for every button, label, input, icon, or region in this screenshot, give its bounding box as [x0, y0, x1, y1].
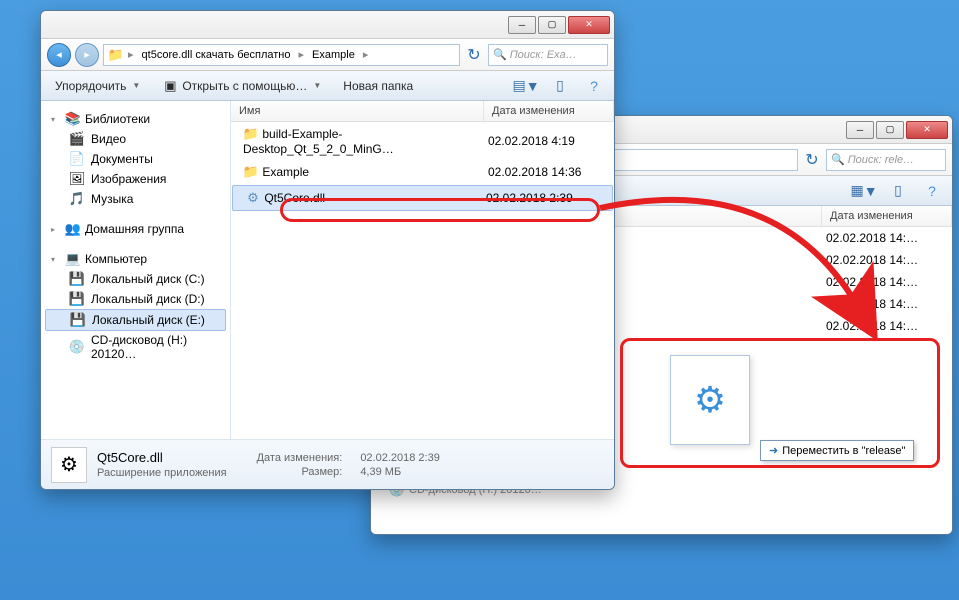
drag-ghost-file: ⚙ [670, 355, 750, 445]
app-icon: ▣ [162, 78, 178, 94]
disk-icon: 💾 [70, 312, 86, 328]
search-input[interactable]: 🔍 Поиск: rele… [826, 149, 946, 171]
file-list-front[interactable]: Имя Дата изменения 📁 build-Example-Deskt… [231, 101, 614, 439]
file-thumbnail: ⚙ [51, 447, 87, 483]
maximize-button[interactable]: ▢ [538, 16, 566, 34]
titlebar-front: ─ ▢ ✕ [41, 11, 614, 39]
chevron-down-icon: ▼ [132, 81, 140, 90]
libraries-icon: 📚 [65, 111, 81, 127]
maximize-button[interactable]: ▢ [876, 121, 904, 139]
sidebar-item-music[interactable]: 🎵Музыка [45, 189, 226, 209]
gear-icon: ⚙ [60, 452, 78, 477]
folder-icon: 📁 [243, 126, 259, 142]
folder-icon: 📁 [108, 47, 124, 63]
column-date[interactable]: Дата изменения [484, 101, 614, 121]
dll-icon: ⚙ [245, 190, 261, 206]
view-options-button[interactable]: ▦▼ [852, 180, 876, 202]
search-icon: 🔍 [831, 153, 845, 166]
preview-pane-button[interactable]: ▯ [886, 180, 910, 202]
chevron-right-icon: ▸ [51, 225, 61, 234]
chevron-down-icon: ▾ [51, 255, 61, 264]
organize-button[interactable]: Упорядочить ▼ [49, 76, 146, 96]
details-pane: ⚙ Qt5Core.dll Расширение приложения Дата… [41, 439, 614, 489]
documents-icon: 📄 [69, 151, 85, 167]
sidebar-item-disk-e[interactable]: 💾Локальный диск (E:) [45, 309, 226, 331]
body-front: ▾ 📚 Библиотеки 🎬Видео 📄Документы 🖼Изобра… [41, 101, 614, 439]
chevron-right-icon: ▸ [128, 48, 134, 61]
chevron-right-icon: ▸ [298, 48, 304, 61]
gear-icon: ⚙ [694, 379, 726, 421]
new-folder-button[interactable]: Новая папка [337, 76, 419, 96]
details-filename: Qt5Core.dll [97, 450, 227, 465]
folder-icon: 📁 [243, 164, 259, 180]
breadcrumb-parent[interactable]: qt5core.dll скачать бесплатно [138, 47, 295, 63]
column-date[interactable]: Дата изменения [822, 206, 952, 226]
file-row-selected[interactable]: ⚙ Qt5Core.dll 02.02.2018 2:39 [232, 185, 613, 211]
sidebar-item-images[interactable]: 🖼Изображения [45, 169, 226, 189]
sidebar-libraries[interactable]: ▾ 📚 Библиотеки [45, 109, 226, 129]
sidebar-item-disk-d[interactable]: 💾Локальный диск (D:) [45, 289, 226, 309]
help-button[interactable]: ? [920, 180, 944, 202]
view-options-button[interactable]: ▤▼ [514, 75, 538, 97]
search-input[interactable]: 🔍 Поиск: Exa… [488, 44, 608, 66]
chevron-right-icon: ▸ [363, 48, 369, 61]
drag-tooltip: ➜ Переместить в "release" [760, 440, 914, 461]
refresh-button[interactable]: ↻ [802, 150, 822, 170]
disc-icon: 💿 [69, 339, 85, 355]
open-with-button[interactable]: ▣ Открыть с помощью… ▼ [156, 75, 327, 97]
details-filetype: Расширение приложения [97, 467, 227, 479]
homegroup-icon: 👥 [65, 221, 81, 237]
chevron-down-icon: ▾ [51, 115, 61, 124]
sidebar: ▾ 📚 Библиотеки 🎬Видео 📄Документы 🖼Изобра… [41, 101, 231, 439]
file-row[interactable]: 📁 Example 02.02.2018 14:36 [231, 160, 614, 184]
back-button[interactable]: ◂ [47, 43, 71, 67]
images-icon: 🖼 [69, 171, 85, 187]
status-bar-back: Элементов: 5 [371, 534, 952, 535]
sidebar-item-cd[interactable]: 💿CD-дисковод (H:) 20120… [45, 331, 226, 363]
explorer-window-example: ─ ▢ ✕ ◂ ▸ 📁 ▸ qt5core.dll скачать беспла… [40, 10, 615, 490]
move-arrow-icon: ➜ [769, 444, 778, 457]
sidebar-item-disk-c[interactable]: 💾Локальный диск (C:) [45, 269, 226, 289]
navbar-front: ◂ ▸ 📁 ▸ qt5core.dll скачать бесплатно ▸ … [41, 39, 614, 71]
search-icon: 🔍 [493, 48, 507, 61]
file-row[interactable]: 📁 build-Example-Desktop_Qt_5_2_0_MinG… 0… [231, 122, 614, 160]
video-icon: 🎬 [69, 131, 85, 147]
forward-button[interactable]: ▸ [75, 43, 99, 67]
disk-icon: 💾 [69, 291, 85, 307]
minimize-button[interactable]: ─ [846, 121, 874, 139]
minimize-button[interactable]: ─ [508, 16, 536, 34]
chevron-down-icon: ▼ [313, 81, 321, 90]
computer-icon: 💻 [65, 251, 81, 267]
music-icon: 🎵 [69, 191, 85, 207]
preview-pane-button[interactable]: ▯ [548, 75, 572, 97]
search-placeholder: Поиск: rele… [848, 154, 914, 166]
help-button[interactable]: ? [582, 75, 606, 97]
sidebar-homegroup[interactable]: ▸ 👥 Домашняя группа [45, 219, 226, 239]
sidebar-item-video[interactable]: 🎬Видео [45, 129, 226, 149]
sidebar-item-documents[interactable]: 📄Документы [45, 149, 226, 169]
search-placeholder: Поиск: Exa… [510, 49, 577, 61]
disk-icon: 💾 [69, 271, 85, 287]
refresh-button[interactable]: ↻ [464, 45, 484, 65]
close-button[interactable]: ✕ [568, 16, 610, 34]
breadcrumb-current[interactable]: Example [308, 47, 359, 63]
close-button[interactable]: ✕ [906, 121, 948, 139]
sidebar-computer[interactable]: ▾ 💻 Компьютер [45, 249, 226, 269]
column-headers: Имя Дата изменения [231, 101, 614, 122]
toolbar-front: Упорядочить ▼ ▣ Открыть с помощью… ▼ Нов… [41, 71, 614, 101]
breadcrumb-front[interactable]: 📁 ▸ qt5core.dll скачать бесплатно ▸ Exam… [103, 44, 460, 66]
column-name[interactable]: Имя [231, 101, 484, 121]
